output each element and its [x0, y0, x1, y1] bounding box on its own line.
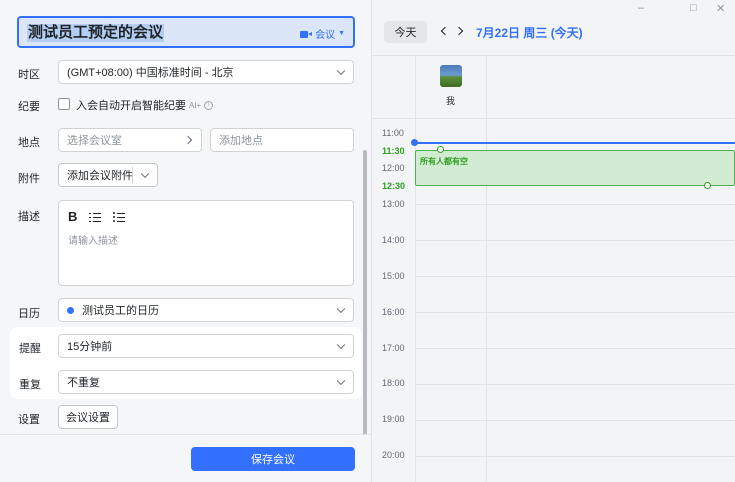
avatar[interactable]: [440, 65, 462, 87]
editor-toolbar: B: [68, 209, 126, 224]
add-attachment-label: 添加会议附件: [67, 170, 133, 182]
event-title-input[interactable]: 测试员工预定的会议 会议 ▼: [17, 16, 355, 48]
time-label: 12:00: [382, 163, 405, 173]
timezone-select[interactable]: (GMT+08:00) 中国标准时间 - 北京: [58, 60, 354, 84]
repeat-value: 不重复: [67, 377, 100, 389]
time-label: 11:30: [382, 146, 405, 156]
repeat-label: 重复: [19, 379, 41, 391]
close-icon[interactable]: ✕: [716, 2, 725, 15]
calendar-color-dot: [67, 306, 74, 314]
calendar-value: 测试员工的日历: [82, 305, 159, 317]
settings-label: 设置: [18, 414, 40, 426]
video-camera-icon: [300, 30, 313, 38]
meeting-room-placeholder: 选择会议室: [67, 135, 122, 147]
calendar-day-view: – □ ✕ 今天 7月22日 周三 (今天) 我 11:00 11:30 12:…: [372, 0, 735, 482]
ai-plus-tag: AI+: [189, 100, 202, 110]
hour-gridline: [415, 276, 735, 277]
event-type-dropdown[interactable]: 会议 ▼: [300, 26, 345, 41]
next-day-icon[interactable]: [454, 26, 464, 36]
time-label: 20:00: [382, 450, 405, 460]
event-type-label: 会议: [315, 30, 336, 41]
maximize-icon[interactable]: □: [690, 2, 697, 14]
footer-divider: [0, 434, 371, 435]
form-scrollbar[interactable]: [363, 150, 367, 435]
save-meeting-button[interactable]: 保存会议: [191, 447, 355, 471]
time-label: 16:00: [382, 307, 405, 317]
event-form-panel: 测试员工预定的会议 会议 ▼ 时区 (GMT+08:00) 中国标准时间 - 北…: [0, 0, 372, 482]
time-label: 11:00: [382, 128, 404, 138]
reminder-value: 15分钟前: [67, 341, 113, 353]
attendee-column-divider: [486, 55, 487, 482]
time-label: 13:00: [382, 199, 405, 209]
chevron-down-icon: [336, 340, 346, 350]
today-label: 今天: [394, 27, 417, 39]
auto-minutes-checkbox[interactable]: [58, 98, 70, 110]
reminder-select[interactable]: 15分钟前: [58, 334, 354, 358]
info-icon[interactable]: i: [204, 100, 214, 110]
timezone-label: 时区: [18, 69, 40, 81]
minimize-icon[interactable]: –: [638, 2, 644, 14]
meeting-room-select[interactable]: 选择会议室: [58, 128, 202, 152]
description-placeholder: 请输入描述: [68, 236, 118, 247]
minutes-label: 纪要: [18, 101, 40, 113]
chevron-right-icon: [183, 135, 193, 145]
attachment-label: 附件: [18, 173, 40, 185]
time-label: 18:00: [382, 378, 405, 388]
time-label: 15:00: [382, 271, 405, 281]
reminder-repeat-card: 提醒 15分钟前 重复 不重复: [10, 327, 362, 399]
chevron-down-icon: [336, 66, 346, 76]
bullet-list-icon[interactable]: [113, 212, 126, 222]
meeting-settings-label: 会议设置: [66, 412, 110, 424]
calendar-label: 日历: [18, 308, 40, 320]
attendee-row-divider: [372, 118, 735, 119]
event-title-text: 测试员工预定的会议: [27, 24, 165, 42]
free-slot-label: 所有人都有空: [420, 157, 468, 166]
bold-button[interactable]: B: [68, 209, 77, 224]
add-attachment-button[interactable]: 添加会议附件: [58, 163, 158, 187]
hour-gridline: [415, 456, 735, 457]
current-time-line: [414, 142, 735, 144]
repeat-select[interactable]: 不重复: [58, 370, 354, 394]
time-label: 19:00: [382, 414, 405, 424]
chevron-down-icon: [336, 304, 346, 314]
description-editor[interactable]: B 请输入描述: [58, 200, 354, 286]
description-label: 描述: [18, 211, 40, 223]
hour-gridline: [415, 348, 735, 349]
slot-start-handle[interactable]: [437, 146, 444, 153]
time-label: 12:30: [382, 181, 406, 191]
slot-end-handle[interactable]: [704, 182, 711, 189]
attendee-name: 我: [446, 96, 456, 106]
hour-gridline: [415, 312, 735, 313]
time-column-divider: [415, 55, 416, 482]
hour-gridline: [415, 240, 735, 241]
today-button[interactable]: 今天: [384, 21, 427, 43]
time-label: 14:00: [382, 235, 405, 245]
hour-gridline: [415, 384, 735, 385]
timezone-value: (GMT+08:00) 中国标准时间 - 北京: [67, 67, 234, 79]
location-label: 地点: [18, 137, 40, 149]
current-date-title: 7月22日 周三 (今天): [476, 26, 583, 40]
save-meeting-label: 保存会议: [251, 454, 295, 466]
caret-down-icon: ▼: [338, 30, 345, 37]
calendar-select[interactable]: 测试员工的日历: [58, 298, 354, 322]
previous-day-icon[interactable]: [440, 26, 450, 36]
meeting-settings-button[interactable]: 会议设置: [58, 405, 118, 429]
hour-gridline: [415, 420, 735, 421]
ordered-list-icon[interactable]: [89, 212, 102, 222]
address-input[interactable]: 添加地点: [210, 128, 354, 152]
free-time-slot[interactable]: 所有人都有空: [415, 150, 735, 186]
header-divider: [372, 55, 735, 56]
reminder-label: 提醒: [19, 343, 41, 355]
current-time-dot: [411, 139, 418, 146]
time-label: 17:00: [382, 343, 405, 353]
chevron-down-icon[interactable]: [140, 169, 150, 179]
auto-minutes-label: 入会自动开启智能纪要: [76, 100, 186, 112]
hour-gridline: [415, 204, 735, 205]
chevron-down-icon: [336, 376, 346, 386]
address-placeholder: 添加地点: [219, 135, 263, 147]
button-divider: [132, 167, 133, 183]
